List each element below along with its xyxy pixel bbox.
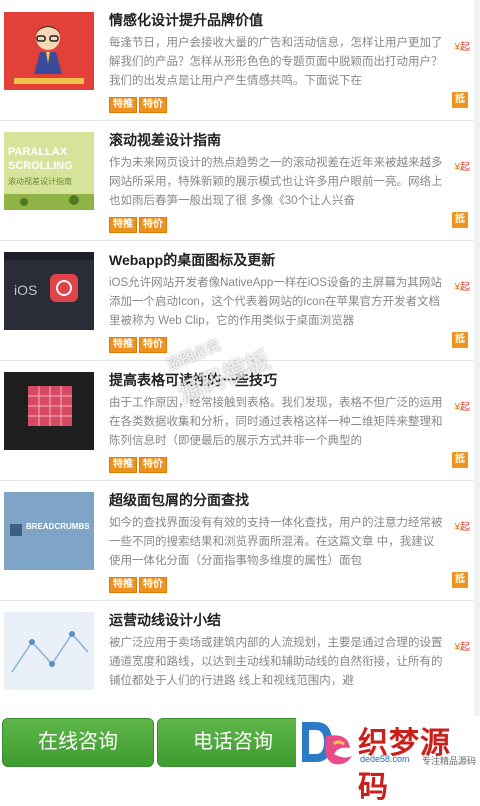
tag-recommend: 特推 [109, 217, 137, 233]
price: ¥起 [454, 398, 470, 413]
phone-consult-button[interactable]: 电话咨询 [157, 718, 309, 767]
thumb-text-scrolling: SCROLLING [8, 160, 73, 172]
item-description: iOS允许网站开发者像NativeApp一样在iOS设备的主屏幕为其网站添加一个… [109, 277, 442, 327]
logo-mark-icon [302, 722, 352, 765]
item-description: 由于工作原因，经常接触到表格。我们发现，表格不但广泛的运用在各类数据收集和分析，… [109, 397, 443, 447]
item-description: 被广泛应用于卖场或建筑内部的人流规划，主要是通过合理的设置通道宽度和路线，以达到… [109, 637, 443, 687]
thumbnail[interactable]: BREADCRUMBS [4, 492, 94, 570]
character-illustration-icon [4, 12, 94, 90]
tag-recommend: 特推 [109, 457, 137, 473]
deduct-badge[interactable]: 抵 [452, 92, 468, 108]
breadcrumbs-graphic-icon [4, 492, 94, 570]
item-title[interactable]: 运营动线设计小结 [109, 610, 429, 630]
thumbnail[interactable]: PARALLAX SCROLLING 滚动视差设计指南 [4, 132, 94, 210]
tag-group: 特推 特价 [109, 334, 169, 353]
tag-group: 特推 特价 [109, 574, 169, 593]
price: ¥起 [454, 638, 470, 653]
thumb-text-parallax: PARALLAX [8, 146, 68, 158]
price: ¥起 [454, 38, 470, 53]
tag-special-price: 特价 [139, 457, 167, 473]
item-title[interactable]: Webapp的桌面图标及更新 [109, 250, 429, 270]
item-description: 如今的查找界面没有有效的支持一体化查找，用户的注意力经常被一些不同的搜索结果和浏… [109, 517, 443, 567]
thumbnail[interactable] [4, 372, 94, 450]
thumbnail[interactable]: iOS [4, 252, 94, 330]
tag-special-price: 特价 [139, 217, 167, 233]
price-suffix: 起 [460, 642, 470, 653]
list-item[interactable]: BREADCRUMBS 超级面包屑的分面查找 如今的查找界面没有有效的支持一体化… [0, 480, 480, 601]
tag-group: 特推 特价 [109, 454, 169, 473]
logo-site: dede58.com [360, 754, 410, 764]
price: ¥起 [454, 158, 470, 173]
bottom-bar: 在线咨询 电话咨询 织梦源码 dede58.com 专注精品源码 [0, 716, 480, 804]
deduct-badge[interactable]: 抵 [452, 572, 468, 588]
price: ¥起 [454, 518, 470, 533]
item-description: 作为未来网页设计的热点趋势之一的滚动视差在近年来被越来越多网站所采用，特殊新颖的… [109, 157, 443, 207]
thumb-text-subtitle: 滚动视差设计指南 [8, 177, 72, 186]
tag-special-price: 特价 [139, 97, 167, 113]
item-title[interactable]: 情感化设计提升品牌价值 [109, 10, 429, 30]
tag-group: 特推 特价 [109, 214, 169, 233]
item-description: 每逢节日，用户会接收大量的广告和活动信息，怎样让用户更加了解我们的产品？怎样从形… [109, 37, 443, 87]
price-suffix: 起 [460, 282, 470, 293]
tag-special-price: 特价 [139, 577, 167, 593]
price-suffix: 起 [460, 402, 470, 413]
price-suffix: 起 [460, 162, 470, 173]
item-title[interactable]: 超级面包屑的分面查找 [109, 490, 429, 510]
tag-group: 特推 特价 [109, 94, 169, 113]
thumb-text-ios: iOS [14, 282, 38, 298]
tag-recommend: 特推 [109, 97, 137, 113]
thumb-text-breadcrumbs: BREADCRUMBS [26, 522, 90, 531]
site-logo: 织梦源码 dede58.com 专注精品源码 [296, 716, 480, 804]
flow-lines-graphic-icon [4, 612, 94, 690]
tag-recommend: 特推 [109, 577, 137, 593]
list-item[interactable]: 运营动线设计小结 被广泛应用于卖场或建筑内部的人流规划，主要是通过合理的设置通道… [0, 600, 480, 721]
deduct-badge[interactable]: 抵 [452, 332, 468, 348]
tag-recommend: 特推 [109, 337, 137, 353]
table-graphic-icon [4, 372, 94, 450]
list-item[interactable]: 情感化设计提升品牌价值 每逢节日，用户会接收大量的广告和活动信息，怎样让用户更加… [0, 0, 480, 121]
online-consult-button[interactable]: 在线咨询 [2, 718, 154, 767]
price-suffix: 起 [460, 522, 470, 533]
item-title[interactable]: 滚动视差设计指南 [109, 130, 429, 150]
thumbnail[interactable] [4, 12, 94, 90]
deduct-badge[interactable]: 抵 [452, 212, 468, 228]
logo-slogan: 专注精品源码 [422, 756, 477, 766]
deduct-badge[interactable]: 抵 [452, 452, 468, 468]
price: ¥起 [454, 278, 470, 293]
thumbnail[interactable] [4, 612, 94, 690]
scrollbar[interactable] [474, 0, 480, 716]
list-item[interactable]: PARALLAX SCROLLING 滚动视差设计指南 滚动视差设计指南 作为未… [0, 120, 480, 241]
price-suffix: 起 [460, 42, 470, 53]
